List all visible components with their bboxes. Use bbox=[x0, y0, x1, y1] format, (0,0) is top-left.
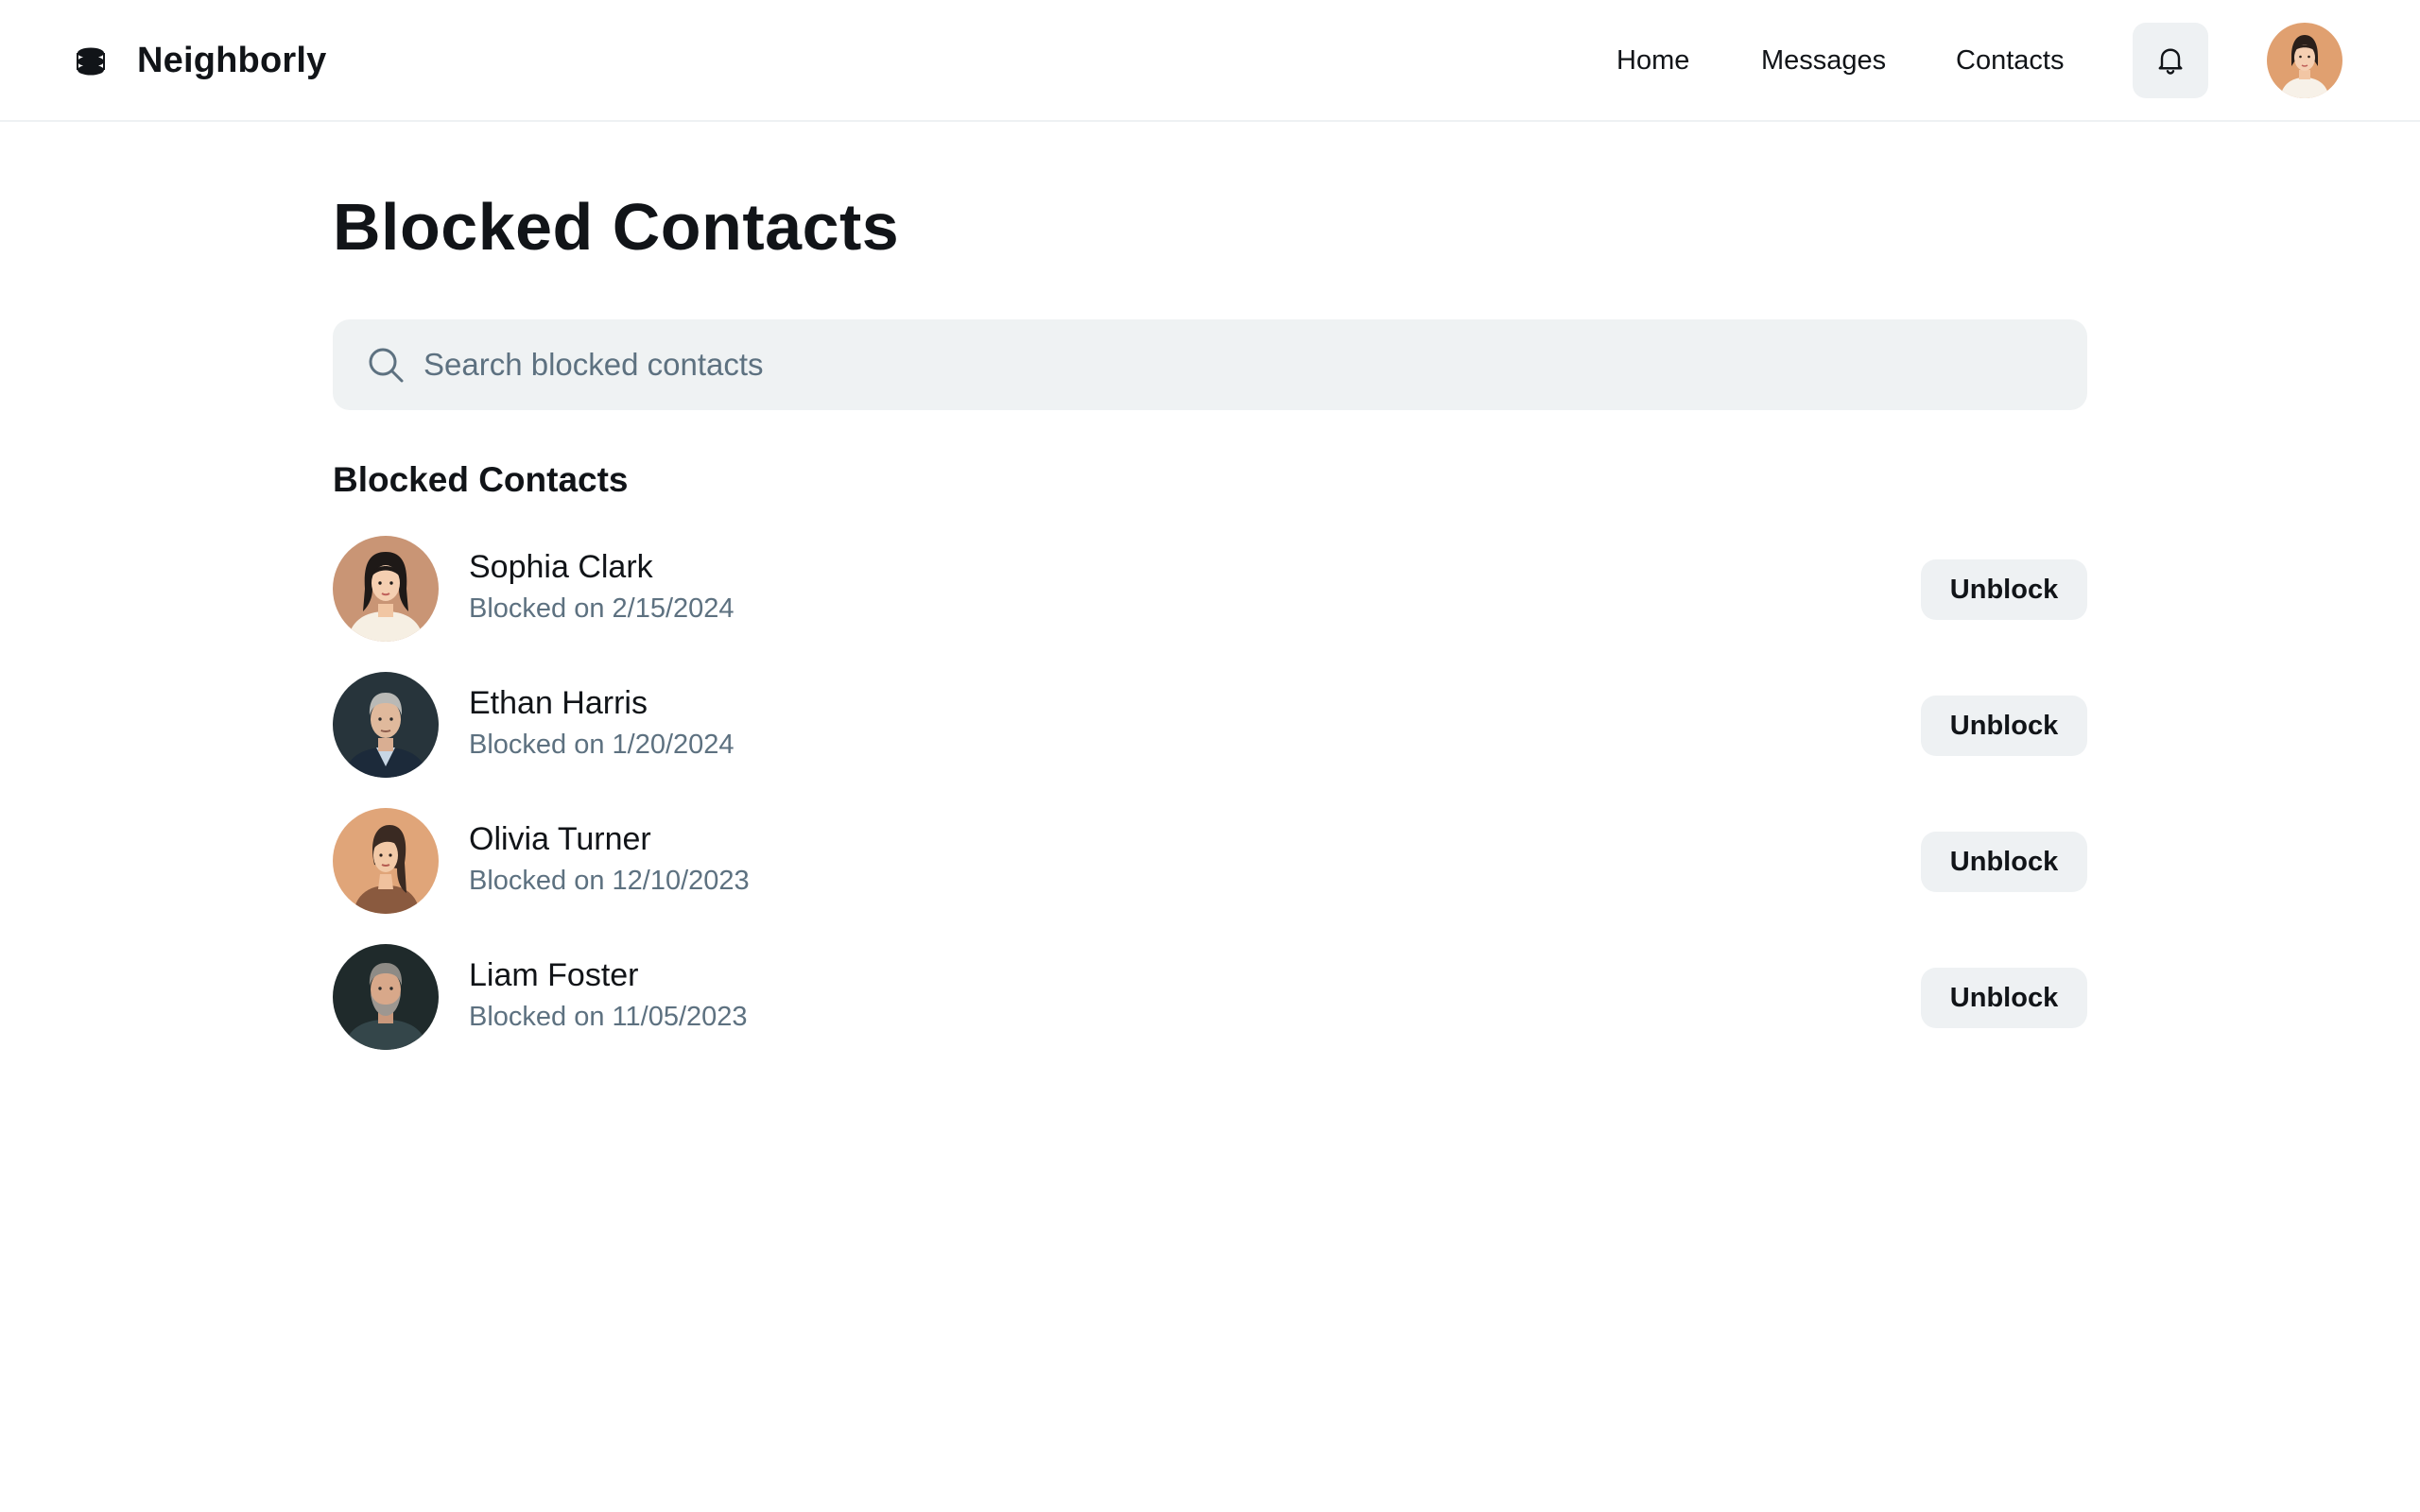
notifications-button[interactable] bbox=[2133, 23, 2208, 98]
contact-avatar-image bbox=[333, 808, 439, 914]
top-navigation-bar: Neighborly Home Messages Contacts bbox=[0, 0, 2420, 122]
section-title: Blocked Contacts bbox=[333, 460, 629, 499]
contact-name: Sophia Clark bbox=[469, 549, 653, 585]
page-title: Blocked Contacts bbox=[333, 190, 900, 264]
list-item: Ethan Harris Blocked on 1/20/2024 Unbloc… bbox=[333, 672, 2087, 778]
contact-name: Ethan Harris bbox=[469, 685, 648, 721]
stacked-layers-icon bbox=[77, 47, 105, 75]
bell-icon bbox=[2158, 48, 2183, 75]
user-avatar[interactable] bbox=[2267, 23, 2342, 98]
avatar bbox=[333, 944, 439, 1050]
unblock-button[interactable]: Unblock bbox=[1921, 832, 2087, 892]
search-input[interactable] bbox=[424, 319, 2049, 410]
contact-avatar-image bbox=[333, 672, 439, 778]
blocked-date: Blocked on 1/20/2024 bbox=[469, 730, 735, 760]
blocked-date: Blocked on 2/15/2024 bbox=[469, 593, 735, 624]
nav-link-contacts[interactable]: Contacts bbox=[1956, 0, 2064, 122]
search-icon bbox=[369, 348, 404, 383]
blocked-date: Blocked on 12/10/2023 bbox=[469, 866, 750, 896]
blocked-date: Blocked on 11/05/2023 bbox=[469, 1002, 748, 1032]
avatar bbox=[333, 808, 439, 914]
unblock-button[interactable]: Unblock bbox=[1921, 696, 2087, 756]
contact-name: Liam Foster bbox=[469, 957, 639, 993]
list-item: Liam Foster Blocked on 11/05/2023 Unbloc… bbox=[333, 944, 2087, 1050]
nav-link-messages[interactable]: Messages bbox=[1761, 0, 1886, 122]
app-name: Neighborly bbox=[137, 41, 327, 80]
avatar bbox=[333, 536, 439, 642]
contact-avatar-image bbox=[333, 944, 439, 1050]
brand[interactable]: Neighborly bbox=[76, 0, 326, 122]
user-avatar-image bbox=[2267, 23, 2342, 98]
search-bar[interactable] bbox=[333, 319, 2087, 410]
list-item: Sophia Clark Blocked on 2/15/2024 Unbloc… bbox=[333, 536, 2087, 642]
nav-link-home[interactable]: Home bbox=[1616, 0, 1689, 122]
contact-avatar-image bbox=[333, 536, 439, 642]
list-item: Olivia Turner Blocked on 12/10/2023 Unbl… bbox=[333, 808, 2087, 914]
contact-name: Olivia Turner bbox=[469, 821, 651, 857]
unblock-button[interactable]: Unblock bbox=[1921, 559, 2087, 620]
avatar bbox=[333, 672, 439, 778]
unblock-button[interactable]: Unblock bbox=[1921, 968, 2087, 1028]
